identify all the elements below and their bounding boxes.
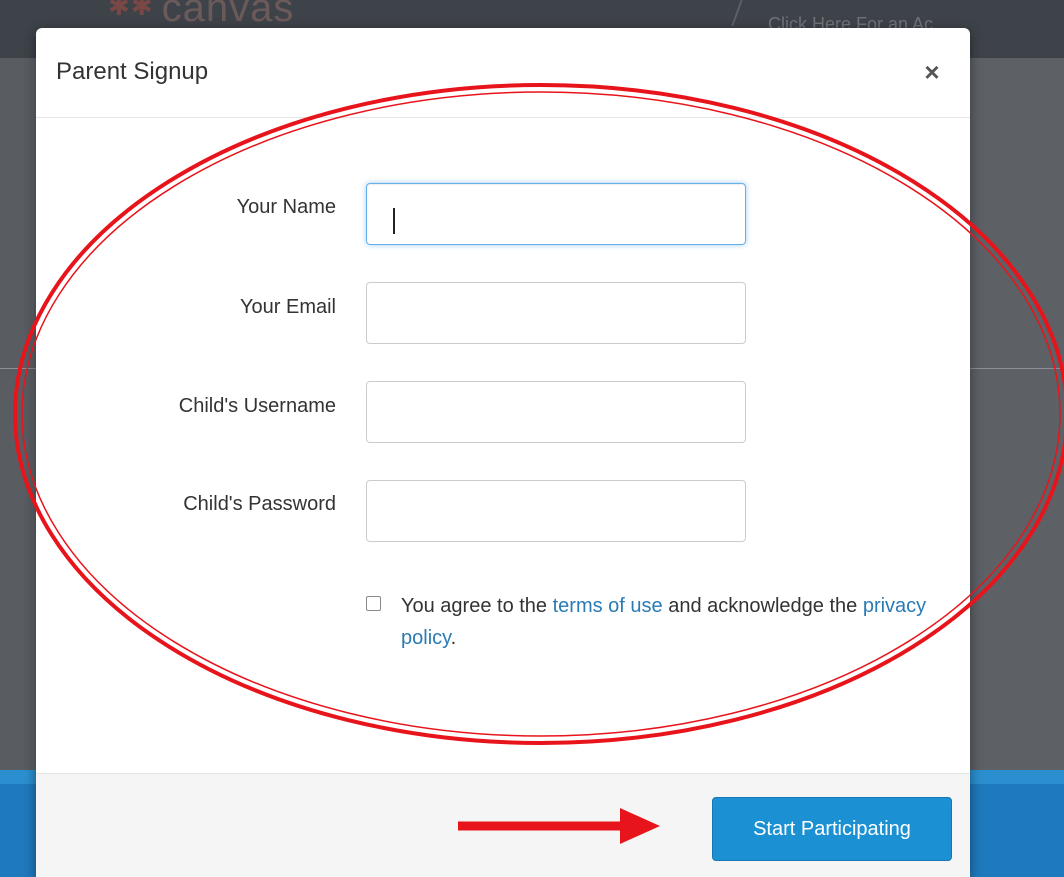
close-icon[interactable]: ×: [920, 56, 944, 88]
modal-title: Parent Signup: [56, 58, 209, 85]
your-name-input[interactable]: [366, 183, 746, 245]
agree-checkbox[interactable]: [366, 596, 381, 611]
childs-username-label: Child's Username: [178, 395, 336, 417]
childs-password-input[interactable]: [366, 480, 746, 542]
logo-text: canvas: [161, 0, 295, 30]
childs-password-label: Child's Password: [183, 493, 336, 515]
parent-signup-modal: Parent Signup × Your Name Your Email Chi…: [36, 28, 970, 877]
background-sidebar: [0, 58, 32, 770]
text-cursor: [393, 208, 395, 234]
agreement-prefix: You agree to the: [401, 595, 553, 617]
your-name-label: Your Name: [236, 196, 336, 218]
childs-username-input[interactable]: [366, 381, 746, 443]
agreement-suffix: .: [450, 627, 457, 649]
header-divider: [731, 0, 743, 26]
agreement-middle: and acknowledge the: [662, 595, 863, 617]
canvas-logo: ✱✱ canvas: [108, 0, 294, 31]
modal-header: Parent Signup ×: [36, 28, 970, 118]
modal-footer: Start Participating: [36, 773, 970, 877]
logo-mark-icon: ✱✱: [108, 0, 154, 21]
terms-of-use-link[interactable]: terms of use: [553, 595, 663, 617]
background-divider-right: [970, 368, 1064, 369]
start-participating-button[interactable]: Start Participating: [712, 797, 952, 861]
your-email-label: Your Email: [240, 296, 336, 318]
agreement-text: You agree to the terms of use and acknow…: [401, 590, 961, 654]
background-divider-left: [0, 368, 36, 369]
your-email-input[interactable]: [366, 282, 746, 344]
